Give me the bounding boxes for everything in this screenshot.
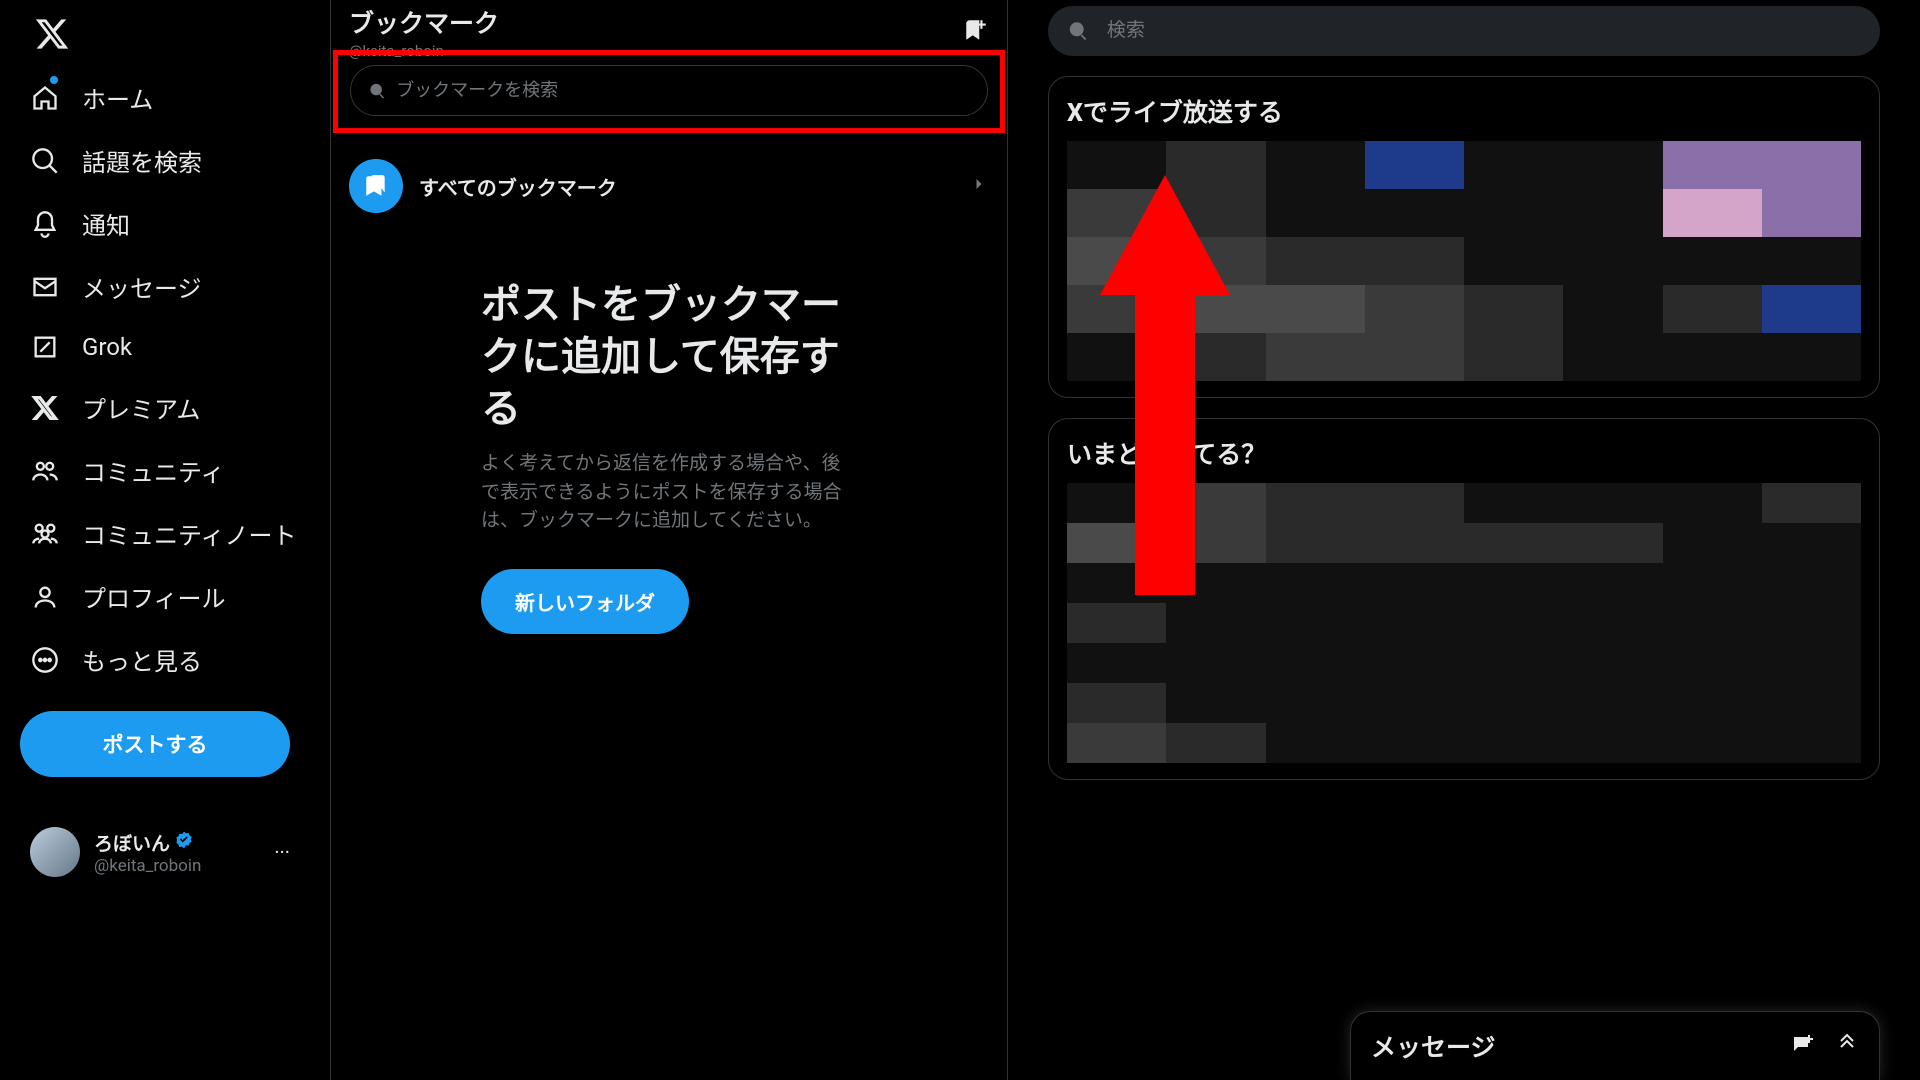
avatar	[30, 827, 80, 877]
nav-home[interactable]: ホーム	[20, 66, 163, 129]
empty-title: ポストをブックマークに追加して保存する	[481, 279, 851, 435]
notification-dot	[50, 76, 58, 84]
x-logo[interactable]	[20, 0, 330, 66]
global-search[interactable]	[1048, 6, 1880, 56]
search-icon	[1068, 20, 1089, 42]
messages-drawer[interactable]: メッセージ	[1350, 1011, 1880, 1080]
messages-drawer-icons	[1791, 1032, 1859, 1060]
x-icon	[30, 393, 60, 423]
all-bookmarks-row[interactable]: すべてのブックマーク	[331, 143, 1007, 229]
nav-list: ホーム 話題を検索 通知 メッセージ Grok プレミアム コミュニティ コミ	[20, 66, 330, 691]
empty-body: よく考えてから返信を作成する場合や、後で表示できるようにポストを保存する場合は、…	[481, 449, 851, 535]
nav-label: コミュニティノート	[82, 516, 297, 551]
bookmark-folder-icon	[349, 159, 403, 213]
nav-premium[interactable]: プレミアム	[20, 376, 210, 439]
account-name-row: ろぼいん	[94, 829, 274, 856]
nav-label: コミュニティ	[82, 453, 225, 488]
nav-label: もっと見る	[82, 642, 202, 677]
nav-messages[interactable]: メッセージ	[20, 255, 212, 318]
nav-more[interactable]: もっと見る	[20, 628, 212, 691]
nav-label: 通知	[82, 206, 130, 241]
person-icon	[30, 582, 60, 612]
search-icon	[369, 82, 386, 100]
nav-explore[interactable]: 話題を検索	[20, 129, 212, 192]
nav-label: 話題を検索	[82, 143, 202, 178]
new-folder-button[interactable]: 新しいフォルダ	[481, 569, 689, 634]
main-column: ブックマーク @keita_roboin すべてのブックマーク ポストをブックマ…	[330, 0, 1008, 1080]
more-circle-icon	[30, 645, 60, 675]
nav-label: プレミアム	[82, 390, 200, 425]
account-switcher[interactable]: ろぼいん @keita_roboin ···	[20, 817, 300, 887]
account-name: ろぼいん	[94, 829, 170, 856]
nav-label: Grok	[82, 333, 132, 361]
nav-notifications[interactable]: 通知	[20, 192, 140, 255]
add-bookmark-folder-icon[interactable]	[963, 17, 989, 47]
annotation-arrow	[1100, 175, 1230, 599]
people-icon	[30, 519, 60, 549]
left-sidebar: ホーム 話題を検索 通知 メッセージ Grok プレミアム コミュニティ コミ	[0, 0, 330, 1080]
bell-icon	[30, 209, 60, 239]
empty-state: ポストをブックマークに追加して保存する よく考えてから返信を作成する場合や、後で…	[331, 229, 851, 634]
bookmark-search-input[interactable]	[396, 80, 969, 101]
nav-grok[interactable]: Grok	[20, 318, 142, 376]
envelope-icon	[30, 272, 60, 302]
annotation-highlight-box	[333, 50, 1005, 133]
home-icon	[30, 83, 60, 113]
global-search-input[interactable]	[1107, 20, 1860, 42]
more-icon: ···	[274, 840, 290, 864]
account-handle: @keita_roboin	[94, 856, 274, 876]
account-meta: ろぼいん @keita_roboin	[94, 829, 274, 876]
people-icon	[30, 456, 60, 486]
search-icon	[30, 146, 60, 176]
bookmark-search[interactable]	[350, 65, 988, 116]
messages-drawer-title: メッセージ	[1371, 1028, 1496, 1064]
all-bookmarks-label: すべてのブックマーク	[419, 172, 969, 201]
post-button[interactable]: ポストする	[20, 711, 290, 777]
expand-drawer-icon[interactable]	[1835, 1032, 1859, 1060]
chevron-right-icon	[969, 174, 989, 198]
grok-icon	[30, 332, 60, 362]
nav-profile[interactable]: プロフィール	[20, 565, 236, 628]
page-title: ブックマーク	[349, 4, 499, 40]
live-panel-title: Xでライブ放送する	[1067, 93, 1861, 129]
nav-community-notes[interactable]: コミュニティノート	[20, 502, 307, 565]
verified-icon	[174, 830, 194, 855]
new-message-icon[interactable]	[1791, 1032, 1815, 1060]
nav-label: プロフィール	[82, 579, 226, 614]
nav-communities[interactable]: コミュニティ	[20, 439, 235, 502]
nav-label: ホーム	[82, 80, 153, 115]
nav-label: メッセージ	[82, 269, 202, 304]
